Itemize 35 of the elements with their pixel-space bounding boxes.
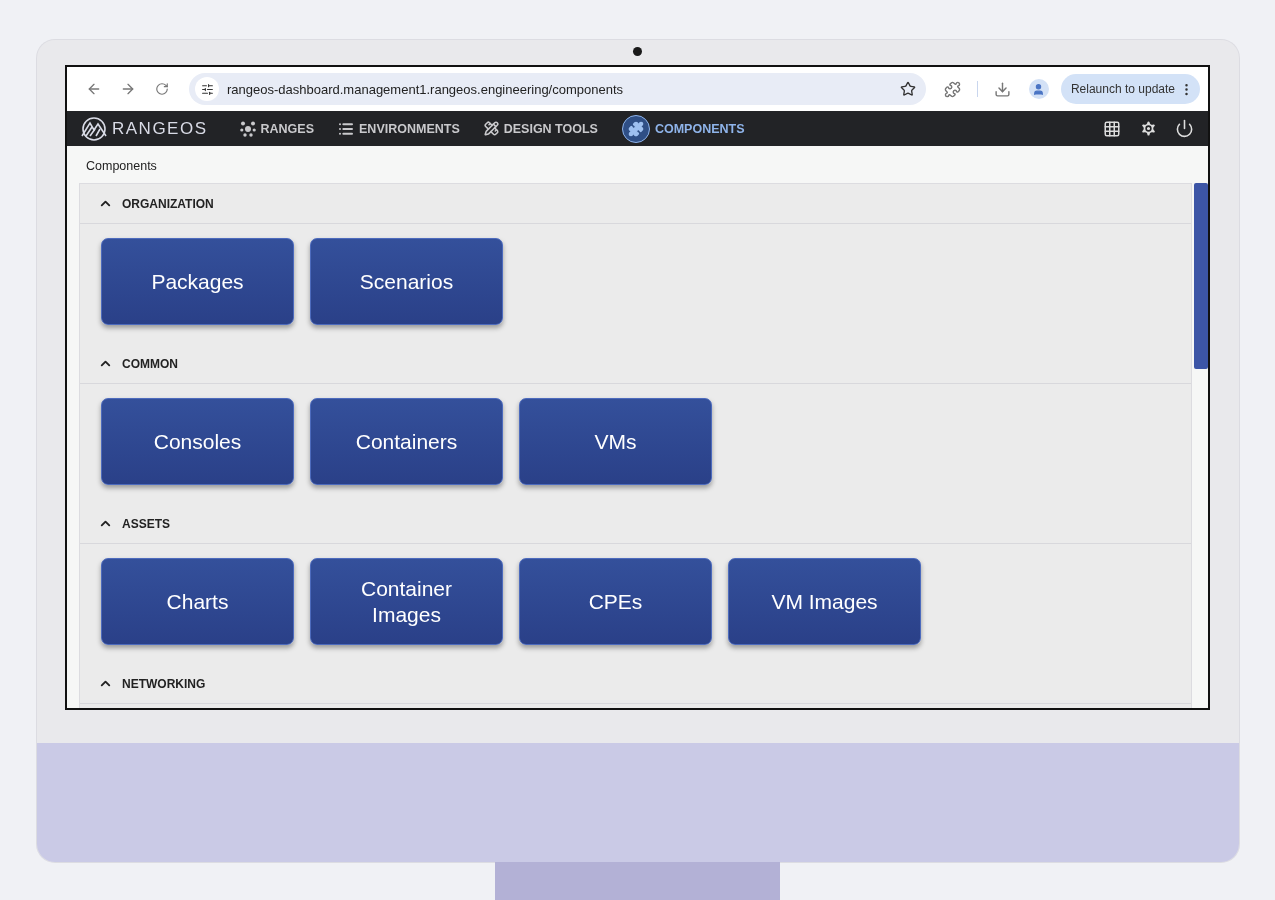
section-header[interactable]: ASSETS (80, 504, 1191, 544)
nav-tab[interactable]: RANGES (227, 111, 326, 146)
star-icon[interactable] (899, 81, 916, 97)
logo-text: RANGEOS (112, 118, 208, 139)
component-tile[interactable]: Container Images (310, 558, 503, 645)
section-header[interactable]: ORGANIZATION (80, 184, 1191, 224)
section-header[interactable]: COMMON (80, 344, 1191, 384)
reload-icon (155, 82, 169, 96)
camera-dot (633, 47, 642, 56)
profile-icon[interactable] (1028, 79, 1049, 99)
address-bar[interactable]: rangeos-dashboard.management1.rangeos.engineering/components (189, 73, 926, 105)
puzzle-icon (621, 114, 650, 143)
component-tile[interactable]: CPEs (519, 558, 712, 645)
component-tile[interactable]: VMs (519, 398, 712, 485)
scrollbar-thumb[interactable] (1194, 183, 1208, 369)
component-tile[interactable]: VM Images (728, 558, 921, 645)
component-tile[interactable]: Charts (101, 558, 294, 645)
component-tile[interactable]: Consoles (101, 398, 294, 485)
nav-tab[interactable]: COMPONENTS (609, 111, 757, 146)
extensions-icon[interactable] (943, 80, 961, 98)
section-header[interactable]: NETWORKING (80, 664, 1191, 704)
component-tile[interactable]: Scenarios (310, 238, 503, 325)
url-text: rangeos-dashboard.management1.rangeos.engineering/components (227, 81, 625, 97)
component-tile[interactable]: Packages (101, 238, 294, 325)
nodes-icon (239, 120, 256, 137)
relaunch-button[interactable]: Relaunch to update (1060, 74, 1200, 104)
nav-tab[interactable]: DESIGN TOOLS (471, 111, 610, 146)
nav-tab[interactable]: ENVIRONMENTS (326, 111, 472, 146)
list-icon (338, 120, 354, 137)
breadcrumb: Components (85, 158, 158, 175)
site-settings-icon[interactable] (195, 77, 219, 101)
pencil-ruler-icon (483, 121, 499, 136)
mountain-logo-icon (79, 116, 109, 141)
download-icon[interactable] (993, 80, 1011, 98)
component-tile[interactable]: Containers (310, 398, 503, 485)
